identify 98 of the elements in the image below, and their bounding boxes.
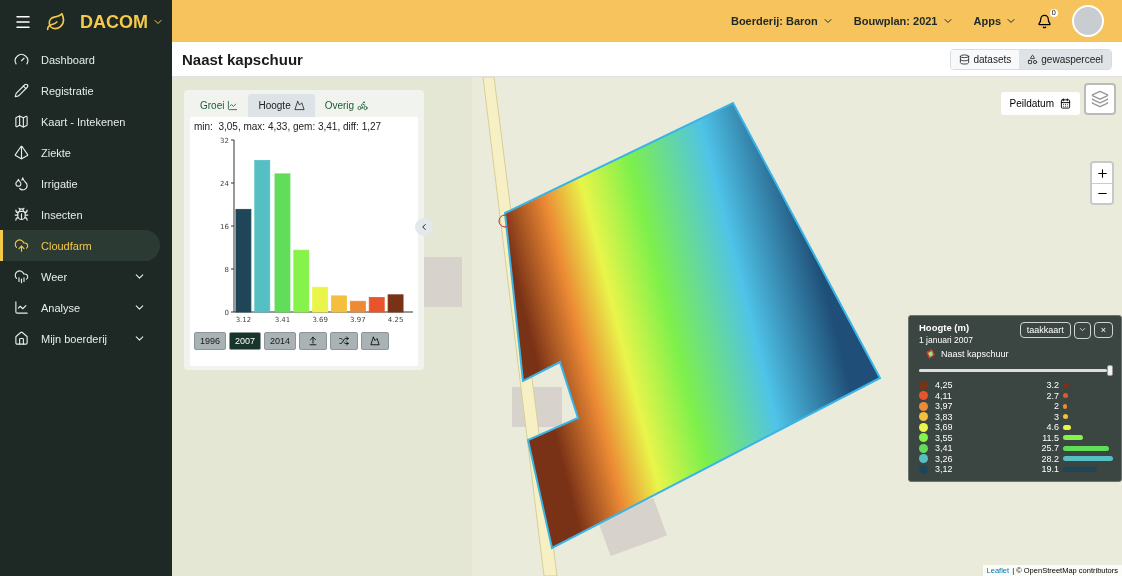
view-toggle[interactable]: datasets bbox=[951, 49, 1020, 69]
legend-label: 3,41 bbox=[935, 443, 954, 454]
histogram-bar bbox=[368, 297, 385, 313]
sidebar-item[interactable]: Weer bbox=[0, 261, 160, 292]
layers-icon bbox=[1091, 90, 1109, 108]
legend-bar bbox=[1063, 414, 1069, 420]
legend-bar bbox=[1063, 403, 1067, 409]
sidebar-item[interactable]: Cloudfarm bbox=[0, 230, 160, 261]
bug-icon bbox=[14, 207, 29, 222]
legend-label: 3,12 bbox=[935, 464, 954, 475]
year-button[interactable]: 2007 bbox=[229, 332, 262, 350]
legend-label: 3,83 bbox=[935, 411, 954, 422]
pencil-icon bbox=[14, 83, 29, 98]
mountain-icon bbox=[370, 336, 381, 346]
histogram-bar bbox=[293, 249, 310, 313]
shuffle-button[interactable] bbox=[330, 332, 359, 350]
legend-bar bbox=[1063, 424, 1072, 430]
line-chart-icon bbox=[227, 100, 239, 111]
legend-bar bbox=[1063, 382, 1069, 388]
panel-tab[interactable]: Overig bbox=[314, 94, 379, 117]
year-button[interactable]: 2014 bbox=[264, 332, 297, 350]
legend-bar bbox=[1063, 445, 1109, 451]
histogram-bar bbox=[349, 300, 366, 313]
plus-icon bbox=[1095, 166, 1109, 180]
legend-bar bbox=[1063, 393, 1068, 399]
legend-value: 2 bbox=[1053, 401, 1059, 412]
sidebar-item[interactable]: Analyse bbox=[0, 292, 160, 323]
legend-value: 25.7 bbox=[1040, 443, 1059, 454]
level-button[interactable] bbox=[299, 332, 328, 350]
legend-value: 3.2 bbox=[1045, 380, 1059, 391]
slider-thumb[interactable] bbox=[1107, 365, 1113, 376]
house-icon bbox=[14, 331, 29, 346]
view-toggle[interactable]: gewasperceel bbox=[1019, 49, 1111, 69]
page-title: Naast kapschuur bbox=[182, 50, 303, 68]
legend-bar bbox=[1063, 466, 1097, 472]
top-menu[interactable]: Boerderij: Baron bbox=[730, 15, 834, 27]
legend-label: 3,97 bbox=[935, 401, 954, 412]
sidebar-item[interactable]: Kaart - Intekenen bbox=[0, 106, 160, 137]
legend-value: 11.5 bbox=[1041, 432, 1059, 443]
legend-label: 3,69 bbox=[935, 422, 954, 433]
sidebar-item[interactable]: Insecten bbox=[0, 199, 160, 230]
peildatum-button[interactable]: Peildatum bbox=[1000, 92, 1080, 115]
legend-bar bbox=[1063, 456, 1113, 462]
legend-value: 28.2 bbox=[1040, 453, 1059, 464]
zoom-out-button[interactable] bbox=[1092, 183, 1112, 203]
shuffle-icon bbox=[339, 336, 350, 346]
zoom-in-button[interactable] bbox=[1092, 163, 1112, 183]
bell-icon[interactable] bbox=[1037, 13, 1052, 29]
histogram-bar bbox=[331, 295, 347, 313]
top-menu[interactable]: Apps bbox=[973, 15, 1017, 27]
field-shape-icon bbox=[925, 349, 935, 359]
cloud-rain-icon bbox=[14, 269, 29, 284]
database-icon bbox=[959, 53, 971, 65]
gauge-icon bbox=[14, 52, 29, 67]
legend-label: 4,25 bbox=[935, 380, 954, 391]
legend-date: 1 januari 2007 bbox=[919, 335, 973, 345]
leaf-logo-icon bbox=[46, 12, 66, 32]
caret-icon bbox=[1077, 325, 1087, 334]
sidebar-item[interactable]: Ziekte bbox=[0, 137, 160, 168]
legend-field-name: Naast kapschuur bbox=[941, 349, 1009, 359]
histogram-bar bbox=[312, 286, 329, 313]
droplets-icon bbox=[14, 176, 29, 191]
brand-name[interactable]: DACOM bbox=[80, 11, 148, 33]
sidebar-item[interactable]: Registratie bbox=[0, 75, 160, 106]
sidebar-item[interactable]: Mijn boerderij bbox=[0, 323, 160, 354]
close-button[interactable]: × bbox=[1093, 322, 1113, 338]
map-icon bbox=[14, 114, 29, 129]
legend-label: 3,26 bbox=[935, 453, 954, 464]
legend-bar bbox=[1063, 435, 1084, 441]
layers-button[interactable] bbox=[1084, 83, 1116, 115]
shapes-icon bbox=[1027, 53, 1039, 65]
legend-title: Hoogte (m) bbox=[919, 322, 971, 333]
sidebar-item[interactable]: Irrigatie bbox=[0, 168, 160, 199]
legend-value: 4.6 bbox=[1045, 422, 1059, 433]
line-chart-icon bbox=[14, 300, 29, 315]
panel-tab[interactable]: Groei bbox=[190, 94, 249, 117]
histogram-bar bbox=[387, 294, 404, 313]
legend-value: 3 bbox=[1053, 411, 1059, 422]
arrow-up-line-icon bbox=[308, 336, 319, 346]
legend-label: 4,11 bbox=[935, 390, 953, 401]
year-button[interactable]: 1996 bbox=[194, 332, 227, 350]
legend-label: 3,55 bbox=[935, 432, 954, 443]
menu-icon[interactable] bbox=[14, 13, 32, 31]
chevron-left-icon bbox=[419, 222, 429, 232]
taakkaart-button[interactable]: taakkaart bbox=[1019, 322, 1071, 338]
mountain-icon bbox=[293, 100, 305, 111]
bike-icon bbox=[357, 100, 369, 111]
stats-text: min: 3,05, max: 4,33, gem: 3,41, diff: 1,27 bbox=[194, 121, 383, 132]
sidebar-item[interactable]: Dashboard bbox=[0, 44, 160, 75]
pyramid-icon bbox=[14, 145, 29, 160]
calendar-icon bbox=[1060, 98, 1071, 109]
legend-value: 19.1 bbox=[1040, 464, 1059, 475]
mountain-button[interactable] bbox=[361, 332, 390, 350]
cloud-upload-icon bbox=[14, 238, 29, 253]
legend-value: 2.7 bbox=[1045, 390, 1059, 401]
top-menu[interactable]: Bouwplan: 2021 bbox=[853, 15, 954, 27]
dropdown-button[interactable] bbox=[1073, 322, 1091, 339]
panel-tab[interactable]: Hoogte bbox=[248, 94, 315, 117]
